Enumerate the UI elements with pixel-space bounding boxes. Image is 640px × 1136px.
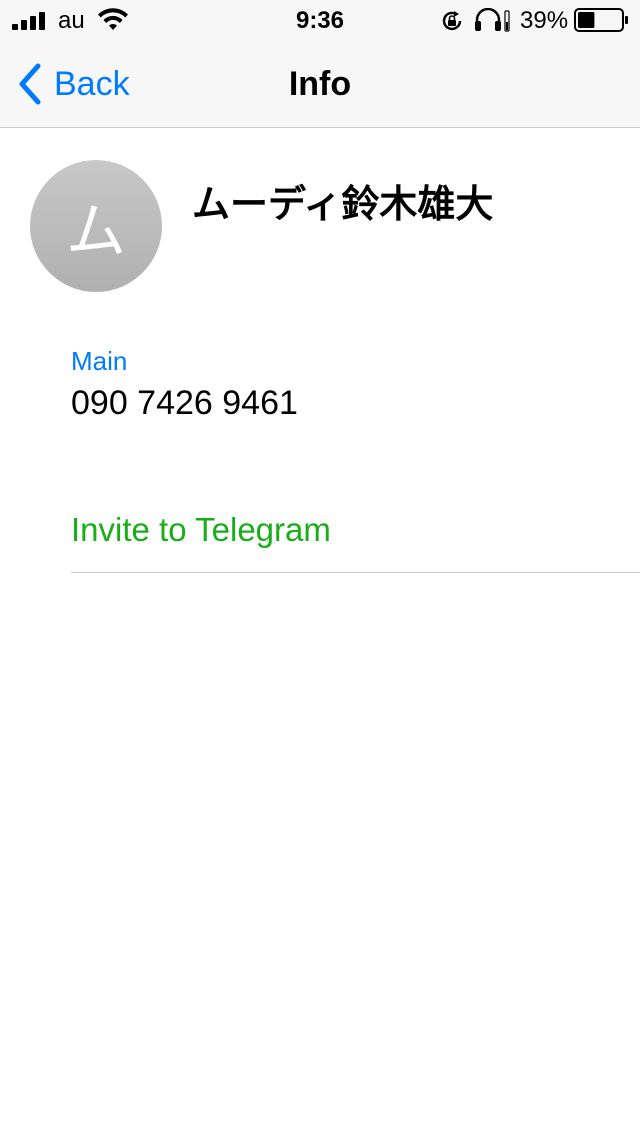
battery-percent: 39% [520,7,569,34]
contact-name: ムーディ鈴木雄大 [192,184,494,226]
battery-icon [574,8,628,32]
invite-to-telegram-button[interactable]: Invite to Telegram [71,510,331,550]
phone-number[interactable]: 090 7426 9461 [71,383,298,423]
avatar[interactable]: ム [30,160,162,292]
rotation-lock-icon [442,11,462,31]
avatar-initial: ム [66,196,126,267]
headphones-icon [475,8,510,32]
page-title: Info [288,65,352,103]
navigation-bar: Back Info [0,40,640,128]
divider [71,572,640,573]
status-bar: au 9:36 39% [0,0,640,40]
phone-label: Main [71,346,128,376]
top-bar: au 9:36 39% Back Info [0,0,640,128]
